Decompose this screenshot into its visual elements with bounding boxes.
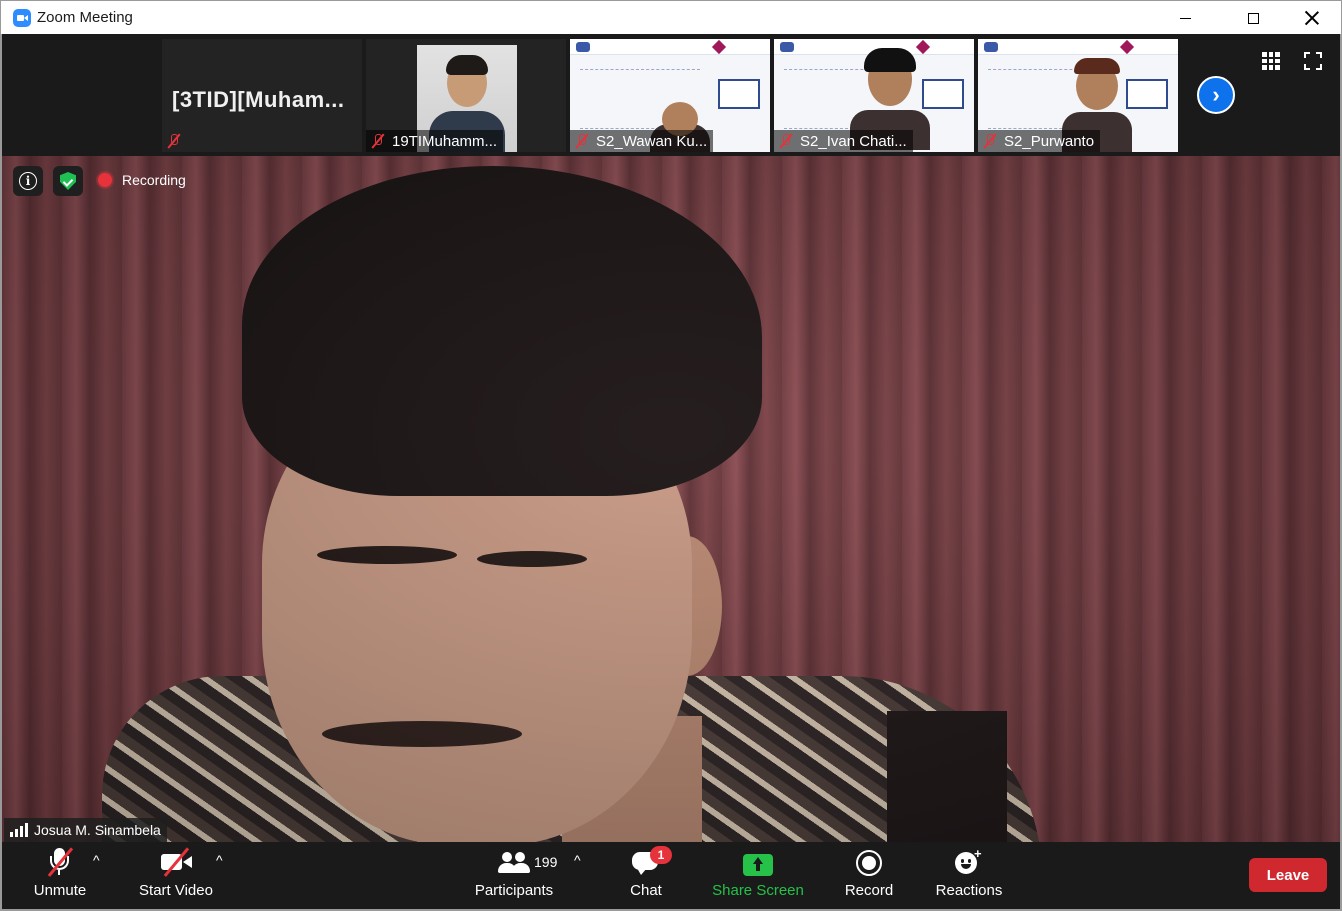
info-icon: i — [19, 172, 37, 190]
participant-strip: [3TID][Muham... 19TIMuhamm... S2_Wawan K… — [2, 34, 1340, 156]
participants-label: Participants — [474, 882, 554, 899]
participant-namebar: 19TIMuhamm... — [366, 130, 504, 152]
recording-label: Recording — [122, 172, 186, 188]
microphone-icon — [46, 846, 74, 877]
participant-thumbnail[interactable]: S2_Wawan Ku... — [570, 39, 770, 152]
recording-dot-icon — [98, 173, 112, 187]
record-button[interactable]: Record — [840, 846, 898, 904]
start-video-button[interactable]: Start Video — [136, 846, 216, 904]
zoom-app-icon — [13, 9, 31, 27]
reactions-button[interactable]: + Reactions — [932, 846, 1006, 904]
participant-thumbnail[interactable]: [3TID][Muham... — [162, 39, 362, 152]
participant-name: S2_Ivan Chati... — [800, 132, 907, 150]
record-label: Record — [844, 882, 894, 899]
minimize-button[interactable] — [1162, 1, 1208, 35]
leave-button[interactable]: Leave — [1249, 858, 1327, 892]
chat-label: Chat — [630, 882, 662, 899]
muted-mic-icon — [166, 133, 182, 149]
share-screen-label: Share Screen — [712, 882, 804, 899]
video-camera-icon — [159, 846, 193, 877]
muted-mic-icon — [370, 133, 386, 149]
gallery-view-icon[interactable] — [1262, 52, 1280, 70]
participant-namebar — [162, 130, 188, 152]
participants-count: 199 — [534, 854, 558, 870]
reactions-label: Reactions — [935, 882, 1003, 899]
unmute-label: Unmute — [33, 882, 87, 899]
minimize-icon — [1179, 17, 1191, 19]
speaker-namebar: Josua M. Sinambela — [4, 818, 167, 842]
active-speaker-video: i Recording Josua M. Sinambela — [2, 156, 1340, 842]
participants-options-caret-icon[interactable]: ^ — [574, 852, 581, 868]
start-video-label: Start Video — [139, 882, 213, 899]
close-button[interactable] — [1289, 1, 1335, 35]
window-titlebar: Zoom Meeting — [0, 0, 1342, 34]
maximize-icon — [1247, 12, 1259, 24]
maximize-button[interactable] — [1230, 1, 1276, 35]
recording-indicator[interactable]: Recording — [98, 172, 186, 188]
participant-display-name: [3TID][Muham... — [172, 87, 345, 112]
speaker-name: Josua M. Sinambela — [34, 822, 161, 838]
security-button[interactable] — [53, 166, 83, 196]
participant-name: 19TIMuhamm... — [392, 132, 498, 150]
participant-namebar: S2_Wawan Ku... — [570, 130, 714, 152]
participant-namebar: S2_Purwanto — [978, 130, 1101, 152]
shield-icon — [60, 172, 76, 190]
next-page-icon: › — [1212, 82, 1220, 107]
reactions-icon: + — [955, 846, 983, 876]
audio-options-caret-icon[interactable]: ^ — [93, 852, 100, 868]
participants-icon — [498, 848, 530, 876]
next-page-button[interactable]: › — [1197, 76, 1235, 114]
unmute-button[interactable]: Unmute — [30, 846, 90, 904]
meeting-toolbar: Unmute ^ Start Video ^ Participants 199 … — [2, 842, 1340, 909]
fullscreen-icon[interactable] — [1304, 52, 1322, 70]
meeting-info-button[interactable]: i — [13, 166, 43, 196]
window-title: Zoom Meeting — [37, 9, 133, 26]
participant-name: S2_Purwanto — [1004, 132, 1095, 150]
muted-mic-icon — [778, 133, 794, 149]
participant-name: S2_Wawan Ku... — [596, 132, 708, 150]
participant-namebar: S2_Ivan Chati... — [774, 130, 913, 152]
participant-thumbnail[interactable]: S2_Purwanto — [978, 39, 1178, 152]
muted-mic-icon — [574, 133, 590, 149]
video-options-caret-icon[interactable]: ^ — [216, 852, 223, 868]
participant-thumbnail[interactable]: S2_Ivan Chati... — [774, 39, 974, 152]
share-screen-button[interactable]: Share Screen — [710, 846, 806, 904]
muted-mic-icon — [982, 133, 998, 149]
record-icon — [856, 850, 882, 876]
chat-unread-badge: 1 — [650, 846, 672, 864]
share-screen-icon — [743, 854, 773, 876]
signal-icon — [10, 823, 28, 837]
participant-thumbnail[interactable]: 19TIMuhamm... — [366, 39, 566, 152]
close-icon — [1305, 11, 1319, 25]
